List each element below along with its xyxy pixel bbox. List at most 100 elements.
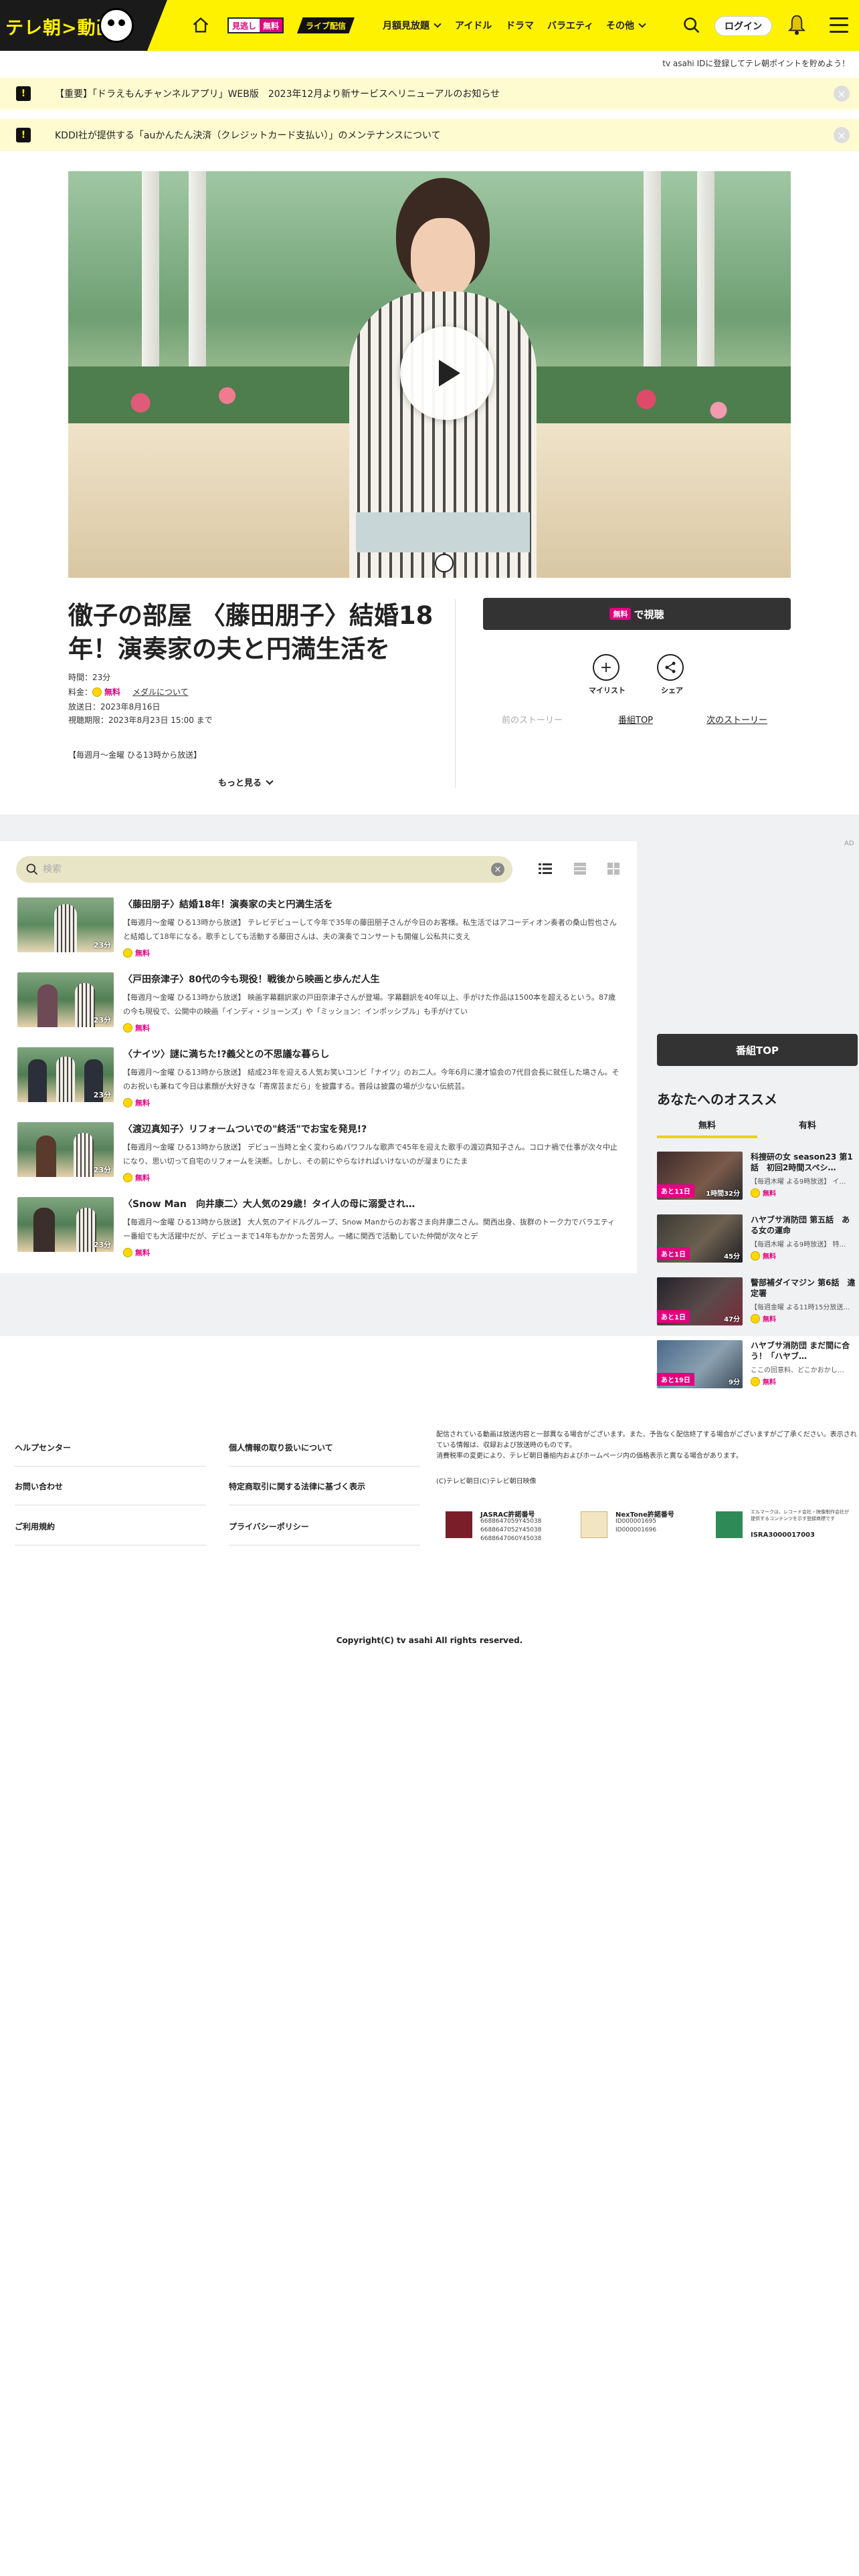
next-story-link[interactable]: 次のストーリー bbox=[706, 713, 767, 726]
nextone-logo-icon bbox=[581, 1511, 607, 1538]
tab-paid[interactable]: 有料 bbox=[757, 1118, 858, 1138]
recommend-item[interactable]: あと19日 9分 ハヤブサ消防団 まだ間に合う！「ハヤブ… ここの回意料、どこかお… bbox=[657, 1340, 858, 1394]
site-logo[interactable]: テレ朝>動画 bbox=[0, 0, 167, 51]
coin-icon bbox=[751, 1377, 760, 1386]
share-button[interactable] bbox=[657, 654, 684, 681]
episode-item-desc: 【毎週月～金曜 ひる13時から放送】 大人気のアイドルグループ、Snow Man… bbox=[123, 1218, 615, 1241]
free-catchup-badge[interactable]: 見逃し 無料 bbox=[227, 17, 284, 33]
chevron-down-icon bbox=[638, 20, 646, 28]
episode-item[interactable]: 23分 〈戸田奈津子〉80代の今も現役！戦後から映画と歩んだ人生 【毎週月～金曜… bbox=[17, 972, 619, 1033]
more-button[interactable]: もっと見る bbox=[218, 776, 274, 788]
footer-link-help[interactable]: ヘルプセンター bbox=[15, 1442, 71, 1453]
mascot-icon bbox=[435, 554, 454, 572]
clear-icon[interactable]: × bbox=[491, 863, 504, 876]
prev-story-link[interactable]: 前のストーリー bbox=[502, 713, 563, 726]
coin-icon bbox=[123, 1173, 132, 1182]
recommend-item[interactable]: あと1日 47分 警部補ダイマジン 第6話 違定署 【毎週金曜 よる11時15分放… bbox=[657, 1277, 858, 1331]
jasrac-logo-icon bbox=[446, 1511, 472, 1538]
coin-icon bbox=[123, 1023, 132, 1033]
episode-item-title: 〈渡辺真知子〉リフォームついでの"終活"でお宝を発見!? bbox=[123, 1124, 367, 1135]
tab-free[interactable]: 無料 bbox=[657, 1118, 757, 1138]
mascot-icon bbox=[99, 8, 134, 43]
footer-link-terms[interactable]: ご利用規約 bbox=[15, 1521, 55, 1532]
episode-item-desc: 【毎週月～金曜 ひる13時から放送】 映画字幕翻訳家の戸田奈津子さんが登場。字幕… bbox=[123, 993, 615, 1016]
close-icon[interactable]: × bbox=[834, 127, 850, 143]
recommend-thumbnail: あと1日 47分 bbox=[657, 1277, 743, 1325]
footer-note: 配信されている動画は放送内容と一部異なる場合がございます。また、予告なく配信終了… bbox=[436, 1431, 857, 1460]
home-icon[interactable] bbox=[191, 16, 210, 35]
coin-icon bbox=[123, 1248, 132, 1257]
episode-thumbnail: 23分 bbox=[17, 1197, 114, 1252]
episode-thumbnail: 23分 bbox=[17, 897, 114, 952]
search-input[interactable] bbox=[43, 860, 478, 879]
nav-other[interactable]: その他 bbox=[606, 19, 646, 32]
episode-thumbnail: 23分 bbox=[17, 1047, 114, 1102]
footer-link-privacy-policy[interactable]: プライバシーポリシー bbox=[229, 1521, 309, 1532]
recommend-item[interactable]: あと1日 45分 ハヤブサ消防団 第五話 ある女の運命 【毎週木曜 よる9時放送】… bbox=[657, 1214, 858, 1268]
episode-item[interactable]: 23分 〈渡辺真知子〉リフォームついでの"終活"でお宝を発見!? 【毎週月～金曜… bbox=[17, 1122, 619, 1182]
notice-bar[interactable]: ! 【重要】「ドラえもんチャンネルアプリ」WEB版 2023年12月より新サービ… bbox=[0, 78, 859, 110]
recommend-thumbnail: あと1日 45分 bbox=[657, 1214, 743, 1263]
large-grid-icon[interactable] bbox=[573, 861, 587, 876]
bell-icon[interactable] bbox=[787, 13, 807, 36]
nav-idol[interactable]: アイドル bbox=[455, 19, 492, 32]
footer-link-contact[interactable]: お問い合わせ bbox=[15, 1481, 63, 1492]
episode-item-title: 〈Snow Man 向井康二〉大人気の29歳！タイ人の母に溺愛され… bbox=[123, 1199, 415, 1210]
coin-icon bbox=[751, 1251, 760, 1261]
recommend-item[interactable]: あと11日 1時間32分 科捜研の女 season23 第1話 初回2時間スペシ…… bbox=[657, 1152, 858, 1205]
episode-thumbnail: 23分 bbox=[17, 1122, 114, 1177]
coin-icon bbox=[751, 1314, 760, 1323]
recommend-thumbnail: あと11日 1時間32分 bbox=[657, 1152, 743, 1200]
footer-link-commerce-law[interactable]: 特定商取引に関する法律に基づく表示 bbox=[229, 1481, 365, 1492]
program-top-link[interactable]: 番組TOP bbox=[618, 713, 653, 726]
coin-icon bbox=[123, 1098, 132, 1107]
live-badge[interactable]: ライブ配信 bbox=[297, 17, 355, 33]
nav-monthly[interactable]: 月額見放題 bbox=[383, 19, 442, 32]
chevron-down-icon bbox=[434, 20, 442, 28]
play-icon bbox=[439, 360, 460, 387]
copyright: Copyright(C) tv asahi All rights reserve… bbox=[336, 1636, 523, 1645]
episode-title: 徹子の部屋 〈藤田朋子〉結婚18年！演奏家の夫と円満生活を bbox=[68, 601, 434, 663]
episode-thumbnail: 23分 bbox=[17, 972, 114, 1027]
search-icon bbox=[26, 863, 38, 875]
small-grid-icon[interactable] bbox=[606, 861, 621, 876]
login-button[interactable]: ログイン bbox=[714, 16, 772, 36]
notice-icon: ! bbox=[16, 86, 31, 101]
episode-item-title: 〈藤田朋子〉結婚18年！演奏家の夫と円満生活を bbox=[123, 899, 333, 910]
watch-button[interactable]: 無料 で視聴 bbox=[483, 598, 791, 630]
nav-variety[interactable]: バラエティ bbox=[547, 19, 593, 32]
episode-item-desc: 【毎週月～金曜 ひる13時から放送】 デビュー当時と全く変わらぬパワフルな歌声で… bbox=[123, 1143, 617, 1166]
recommend-title: あなたへのオススメ bbox=[657, 1091, 777, 1107]
episode-item-title: 〈ナイツ〉謎に満ちた!?義父との不思議な暮らし bbox=[123, 1049, 330, 1060]
episode-item[interactable]: 23分 〈Snow Man 向井康二〉大人気の29歳！タイ人の母に溺愛され… 【… bbox=[17, 1197, 619, 1257]
episode-item-desc: 【毎週月～金曜 ひる13時から放送】 結成23年を迎える人気お笑いコンビ「ナイツ… bbox=[123, 1068, 619, 1091]
coin-icon bbox=[92, 687, 102, 697]
notice-bar[interactable]: ! KDDI社が提供する「auかんたん決済（クレジットカード支払い）」のメンテナ… bbox=[0, 119, 859, 151]
episode-item[interactable]: 23分 〈ナイツ〉謎に満ちた!?義父との不思議な暮らし 【毎週月～金曜 ひる13… bbox=[17, 1047, 619, 1107]
search-icon[interactable] bbox=[682, 16, 701, 35]
hamburger-menu-icon[interactable] bbox=[830, 17, 848, 33]
chevron-down-icon bbox=[266, 777, 274, 785]
program-top-button[interactable]: 番組TOP bbox=[657, 1034, 858, 1066]
medal-info-link[interactable]: メダルについて bbox=[132, 687, 189, 697]
footer-link-privacy-handling[interactable]: 個人情報の取り扱いについて bbox=[229, 1442, 333, 1453]
list-view-icon[interactable] bbox=[538, 861, 553, 876]
l-mark-icon bbox=[716, 1511, 743, 1538]
episode-item-title: 〈戸田奈津子〉80代の今も現役！戦後から映画と歩んだ人生 bbox=[123, 974, 380, 985]
episode-item-desc: 【毎週月～金曜 ひる13時から放送】 テレビデビューして今年で35年の藤田朋子さ… bbox=[123, 918, 617, 941]
site-header: テレ朝>動画 見逃し 無料 ライブ配信 月額見放題 アイドル ドラマ バラエティ… bbox=[0, 0, 859, 51]
coin-icon bbox=[123, 948, 132, 958]
close-icon[interactable]: × bbox=[834, 86, 850, 102]
register-note[interactable]: tv asahi IDに登録してテレ朝ポイントを貯めよう！ bbox=[662, 58, 850, 69]
notice-icon: ! bbox=[16, 128, 31, 142]
share-icon bbox=[665, 661, 676, 673]
play-button[interactable] bbox=[400, 326, 494, 420]
ad-label: AD bbox=[844, 840, 854, 847]
episode-item[interactable]: 23分 〈藤田朋子〉結婚18年！演奏家の夫と円満生活を 【毎週月～金曜 ひる13… bbox=[17, 897, 619, 958]
price-row: 料金： 無料 メダルについて bbox=[68, 687, 189, 697]
episode-search: × bbox=[16, 856, 512, 883]
plus-icon: + bbox=[599, 659, 613, 676]
add-mylist-button[interactable]: + bbox=[593, 654, 619, 681]
nav-drama[interactable]: ドラマ bbox=[506, 19, 534, 32]
recommend-thumbnail: あと19日 9分 bbox=[657, 1340, 743, 1388]
